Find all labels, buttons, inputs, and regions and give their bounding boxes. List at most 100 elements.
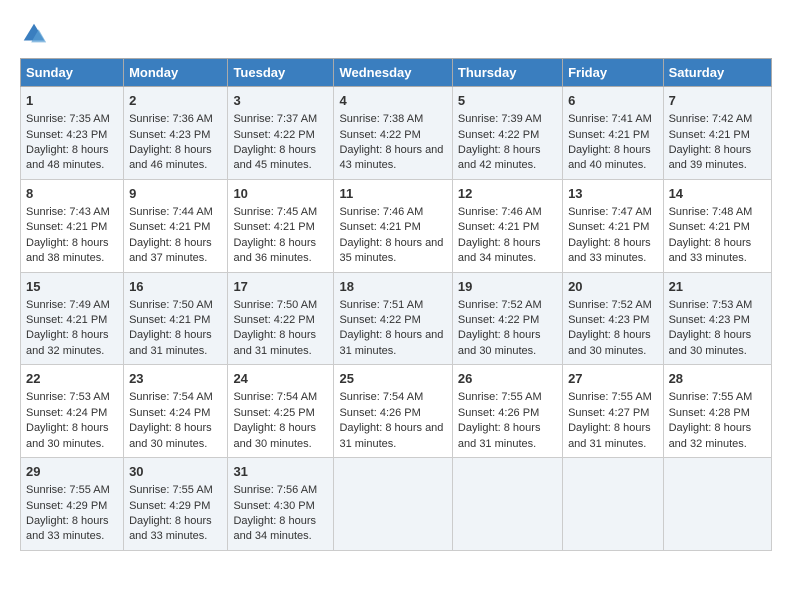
day-number: 21	[669, 278, 766, 296]
sunrise: Sunrise: 7:47 AM	[568, 206, 652, 218]
daylight: Daylight: 8 hours and 30 minutes.	[129, 422, 212, 449]
sunset: Sunset: 4:21 PM	[568, 221, 649, 233]
header-tuesday: Tuesday	[228, 59, 334, 87]
sunset: Sunset: 4:21 PM	[26, 314, 107, 326]
sunrise: Sunrise: 7:52 AM	[568, 299, 652, 311]
header-wednesday: Wednesday	[334, 59, 452, 87]
daylight: Daylight: 8 hours and 43 minutes.	[339, 144, 443, 171]
sunrise: Sunrise: 7:55 AM	[669, 391, 753, 403]
calendar-cell: 14Sunrise: 7:48 AMSunset: 4:21 PMDayligh…	[663, 179, 771, 272]
sunset: Sunset: 4:21 PM	[233, 221, 314, 233]
calendar-cell: 31Sunrise: 7:56 AMSunset: 4:30 PMDayligh…	[228, 458, 334, 551]
sunrise: Sunrise: 7:41 AM	[568, 113, 652, 125]
calendar-cell	[452, 458, 562, 551]
sunrise: Sunrise: 7:55 AM	[26, 484, 110, 496]
logo-icon	[20, 20, 48, 48]
sunset: Sunset: 4:22 PM	[233, 314, 314, 326]
daylight: Daylight: 8 hours and 34 minutes.	[233, 515, 316, 542]
sunset: Sunset: 4:21 PM	[669, 129, 750, 141]
calendar-week-3: 15 Sunrise: 7:49 AM Sunset: 4:21 PM Dayligh…	[21, 272, 772, 365]
calendar-cell: 7Sunrise: 7:42 AMSunset: 4:21 PMDaylight…	[663, 87, 771, 180]
daylight: Daylight: 8 hours and 32 minutes.	[669, 422, 752, 449]
sunrise: Sunrise: 7:53 AM	[26, 391, 110, 403]
day-number: 17	[233, 278, 328, 296]
day-number: 23	[129, 370, 222, 388]
calendar-cell	[663, 458, 771, 551]
day-number: 11	[339, 185, 446, 203]
day-number: 30	[129, 463, 222, 481]
daylight: Daylight: 8 hours and 34 minutes.	[458, 237, 541, 264]
sunrise: Sunrise: 7:49 AM	[26, 299, 110, 311]
sunset: Sunset: 4:23 PM	[26, 129, 107, 141]
calendar-cell: 11Sunrise: 7:46 AMSunset: 4:21 PMDayligh…	[334, 179, 452, 272]
calendar-cell: 26Sunrise: 7:55 AMSunset: 4:26 PMDayligh…	[452, 365, 562, 458]
sunrise: Sunrise: 7:54 AM	[233, 391, 317, 403]
daylight: Daylight: 8 hours and 46 minutes.	[129, 144, 212, 171]
daylight: Daylight: 8 hours and 31 minutes.	[129, 329, 212, 356]
daylight: Daylight: 8 hours and 32 minutes.	[26, 329, 109, 356]
calendar-cell: 9Sunrise: 7:44 AMSunset: 4:21 PMDaylight…	[124, 179, 228, 272]
day-number: 6	[568, 92, 658, 110]
daylight: Daylight: 8 hours and 35 minutes.	[339, 237, 443, 264]
calendar-cell: 22Sunrise: 7:53 AMSunset: 4:24 PMDayligh…	[21, 365, 124, 458]
sunset: Sunset: 4:21 PM	[129, 221, 210, 233]
calendar-cell: 25Sunrise: 7:54 AMSunset: 4:26 PMDayligh…	[334, 365, 452, 458]
sunset: Sunset: 4:28 PM	[669, 407, 750, 419]
calendar-cell: 1 Sunrise: 7:35 AM Sunset: 4:23 PM Daylight…	[21, 87, 124, 180]
sunrise: Sunrise: 7:52 AM	[458, 299, 542, 311]
sunset: Sunset: 4:25 PM	[233, 407, 314, 419]
sunset: Sunset: 4:21 PM	[568, 129, 649, 141]
daylight: Daylight: 8 hours and 45 minutes.	[233, 144, 316, 171]
day-number: 14	[669, 185, 766, 203]
header-sunday: Sunday	[21, 59, 124, 87]
sunrise: Sunrise: 7:35 AM	[26, 113, 110, 125]
sunset: Sunset: 4:21 PM	[669, 221, 750, 233]
sunset: Sunset: 4:21 PM	[26, 221, 107, 233]
daylight: Daylight: 8 hours and 40 minutes.	[568, 144, 651, 171]
calendar-cell: 21Sunrise: 7:53 AMSunset: 4:23 PMDayligh…	[663, 272, 771, 365]
day-number: 7	[669, 92, 766, 110]
calendar-cell: 16Sunrise: 7:50 AMSunset: 4:21 PMDayligh…	[124, 272, 228, 365]
day-number: 24	[233, 370, 328, 388]
daylight: Daylight: 8 hours and 30 minutes.	[568, 329, 651, 356]
daylight: Daylight: 8 hours and 37 minutes.	[129, 237, 212, 264]
daylight: Daylight: 8 hours and 31 minutes.	[339, 329, 443, 356]
day-number: 1	[26, 92, 118, 110]
calendar-cell: 3Sunrise: 7:37 AMSunset: 4:22 PMDaylight…	[228, 87, 334, 180]
header-friday: Friday	[563, 59, 664, 87]
calendar-table: SundayMondayTuesdayWednesdayThursdayFrid…	[20, 58, 772, 551]
calendar-cell: 20Sunrise: 7:52 AMSunset: 4:23 PMDayligh…	[563, 272, 664, 365]
sunset: Sunset: 4:29 PM	[26, 500, 107, 512]
header-thursday: Thursday	[452, 59, 562, 87]
daylight: Daylight: 8 hours and 39 minutes.	[669, 144, 752, 171]
sunrise: Sunrise: 7:51 AM	[339, 299, 423, 311]
calendar-cell: 2Sunrise: 7:36 AMSunset: 4:23 PMDaylight…	[124, 87, 228, 180]
day-number: 16	[129, 278, 222, 296]
day-number: 15	[26, 278, 118, 296]
sunrise: Sunrise: 7:56 AM	[233, 484, 317, 496]
calendar-cell: 17Sunrise: 7:50 AMSunset: 4:22 PMDayligh…	[228, 272, 334, 365]
sunrise: Sunrise: 7:43 AM	[26, 206, 110, 218]
day-number: 13	[568, 185, 658, 203]
sunset: Sunset: 4:22 PM	[233, 129, 314, 141]
day-number: 12	[458, 185, 557, 203]
daylight: Daylight: 8 hours and 30 minutes.	[669, 329, 752, 356]
calendar-cell: 24Sunrise: 7:54 AMSunset: 4:25 PMDayligh…	[228, 365, 334, 458]
calendar-cell: 23Sunrise: 7:54 AMSunset: 4:24 PMDayligh…	[124, 365, 228, 458]
day-number: 5	[458, 92, 557, 110]
calendar-cell: 29Sunrise: 7:55 AMSunset: 4:29 PMDayligh…	[21, 458, 124, 551]
calendar-cell: 5Sunrise: 7:39 AMSunset: 4:22 PMDaylight…	[452, 87, 562, 180]
sunrise: Sunrise: 7:46 AM	[339, 206, 423, 218]
daylight: Daylight: 8 hours and 30 minutes.	[26, 422, 109, 449]
daylight: Daylight: 8 hours and 33 minutes.	[26, 515, 109, 542]
daylight: Daylight: 8 hours and 30 minutes.	[458, 329, 541, 356]
day-number: 8	[26, 185, 118, 203]
calendar-cell: 10Sunrise: 7:45 AMSunset: 4:21 PMDayligh…	[228, 179, 334, 272]
daylight: Daylight: 8 hours and 31 minutes.	[339, 422, 443, 449]
sunrise: Sunrise: 7:55 AM	[129, 484, 213, 496]
daylight: Daylight: 8 hours and 48 minutes.	[26, 144, 109, 171]
sunset: Sunset: 4:26 PM	[458, 407, 539, 419]
calendar-week-1: 1 Sunrise: 7:35 AM Sunset: 4:23 PM Daylight…	[21, 87, 772, 180]
header-row: SundayMondayTuesdayWednesdayThursdayFrid…	[21, 59, 772, 87]
sunset: Sunset: 4:22 PM	[339, 129, 420, 141]
